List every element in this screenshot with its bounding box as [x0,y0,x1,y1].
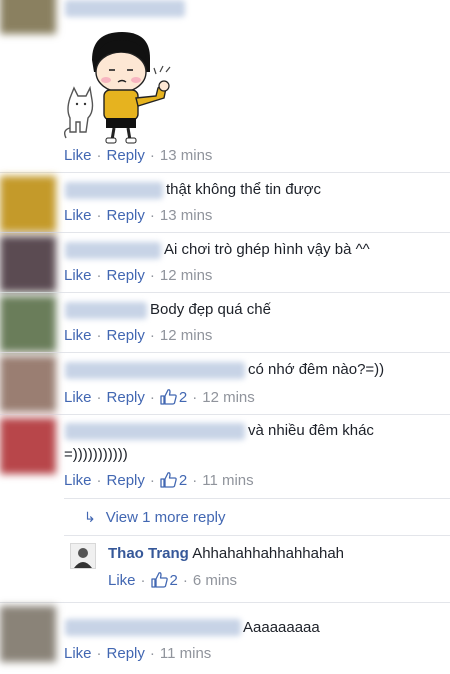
timestamp[interactable]: 13 mins [160,147,213,164]
reaction-count[interactable]: 2 [160,389,187,406]
separator-dot: · [149,472,155,489]
timestamp[interactable]: 12 mins [202,389,255,406]
view-more-label: View 1 more reply [105,509,226,526]
commenter-name[interactable] [65,0,185,17]
separator-dot: · [96,147,102,164]
divider [0,172,450,173]
separator-dot: · [149,267,155,284]
divider [0,602,450,603]
divider [0,414,450,415]
thumbs-up-icon [160,472,177,488]
separator-dot: · [96,267,102,284]
reaction-count[interactable]: 2 [150,572,178,589]
reply-link[interactable]: Reply [107,472,145,489]
reply-arrow-icon: ↳ [84,509,96,525]
avatar[interactable] [0,176,56,232]
comment-text-line-1: và nhiều đêm khác [248,422,374,439]
reaction-number: 2 [169,572,178,589]
commenter-name[interactable] [65,619,241,636]
reply-author-name[interactable]: Thao Trang [108,545,189,562]
thumbs-up-icon [150,572,168,588]
timestamp[interactable]: 13 mins [160,207,213,224]
separator-dot: · [149,147,155,164]
like-link[interactable]: Like [108,572,136,589]
separator-dot: · [149,645,155,662]
comment-actions: Like · Reply · 2 · 11 mins [64,471,254,490]
reply-link[interactable]: Reply [107,645,145,662]
reply-text: Ahhahahhahhahhahah [192,545,345,562]
like-link[interactable]: Like [64,207,92,224]
sticker-image [63,28,176,146]
commenter-name[interactable] [65,362,245,379]
divider [0,292,450,293]
comment-text: Aaaaaaaaa [243,619,320,636]
reaction-number: 2 [178,472,188,489]
divider [0,232,450,233]
separator-dot: · [96,389,102,406]
comment-actions: Like · Reply · 12 mins [64,267,212,285]
timestamp[interactable]: 12 mins [160,327,213,344]
reaction-count[interactable]: 2 [160,472,187,489]
avatar[interactable] [0,0,56,34]
comment-actions: Like · Reply · 11 mins [64,645,211,663]
like-link[interactable]: Like [64,389,92,406]
avatar[interactable] [0,606,56,662]
separator-dot: · [140,572,146,589]
comment-text: thật không thể tin được [166,181,321,198]
comment-actions: Like · Reply · 13 mins [64,147,212,165]
timestamp[interactable]: 11 mins [202,472,253,489]
avatar[interactable] [0,418,56,474]
reply-link[interactable]: Reply [107,207,145,224]
separator-dot: · [192,389,198,406]
like-link[interactable]: Like [64,267,92,284]
separator-dot: · [149,207,155,224]
comment-actions: Like · Reply · 2 · 12 mins [64,388,255,407]
comment-actions: Like · Reply · 13 mins [64,207,212,225]
commenter-name[interactable] [65,302,147,319]
divider [64,535,450,536]
separator-dot: · [96,472,102,489]
reaction-number: 2 [178,389,188,406]
commenter-name[interactable] [65,423,245,440]
separator-dot: · [192,472,198,489]
like-link[interactable]: Like [64,472,92,489]
commenter-name[interactable] [65,182,163,199]
divider [64,498,450,499]
reply-link[interactable]: Reply [107,327,145,344]
comment-text: có nhớ đêm nào?=)) [248,361,385,378]
avatar[interactable] [0,236,56,292]
separator-dot: · [96,207,102,224]
reply-link[interactable]: Reply [107,267,145,284]
divider [0,352,450,353]
reply-line: Thao Trang Ahhahahhahhahhahah [108,545,344,563]
timestamp[interactable]: 12 mins [160,267,213,284]
reply-avatar[interactable] [70,543,96,569]
reply-actions: Like · 2 · 6 mins [108,571,237,590]
comment-actions: Like · Reply · 12 mins [64,327,212,345]
comment-text: Ai chơi trò ghép hình vậy bà ^^ [164,241,370,258]
commenter-name[interactable] [65,242,161,259]
separator-dot: · [149,327,155,344]
separator-dot: · [96,645,102,662]
like-link[interactable]: Like [64,327,92,344]
like-link[interactable]: Like [64,645,92,662]
comment-text-line-2: =))))))))))) [64,446,128,463]
timestamp[interactable]: 6 mins [193,572,237,589]
separator-dot: · [149,389,155,406]
view-more-replies-link[interactable]: ↳ View 1 more reply [84,507,226,528]
avatar[interactable] [0,356,56,412]
like-link[interactable]: Like [64,147,92,164]
reply-link[interactable]: Reply [107,147,145,164]
thumbs-up-icon [160,389,177,405]
avatar[interactable] [0,296,56,352]
separator-dot: · [182,572,188,589]
reply-link[interactable]: Reply [107,389,145,406]
comment-text: Body đẹp quá chế [150,301,271,318]
timestamp[interactable]: 11 mins [160,645,211,662]
separator-dot: · [96,327,102,344]
